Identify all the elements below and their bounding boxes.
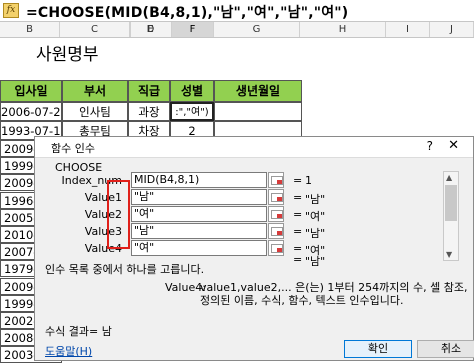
dialog-title: 함수 인수: [51, 142, 95, 155]
argument-description: value1,value2,... 은(는) 1부터 254까지의 수, 셀 참…: [200, 281, 468, 307]
arg-result: "남": [305, 193, 326, 206]
header-cell-date[interactable]: 입사일: [0, 80, 62, 102]
arg-equals: =: [293, 191, 303, 204]
formula-result-label: 수식 결과=: [45, 325, 99, 338]
arg-result: 1: [305, 174, 312, 187]
column-header-j[interactable]: J: [430, 22, 474, 37]
arg-input-value2[interactable]: "여": [131, 206, 267, 222]
cell-birth[interactable]: [214, 102, 302, 121]
collapse-range-icon[interactable]: [268, 223, 284, 239]
ok-button[interactable]: 확인: [344, 340, 412, 358]
column-header-g[interactable]: G: [214, 22, 300, 37]
cell-dept[interactable]: 인사팀: [62, 102, 128, 121]
column-headers: B C D E F G H I J: [0, 22, 474, 38]
close-icon[interactable]: ✕: [448, 138, 459, 153]
arguments-scrollbar[interactable]: ▲ ▼: [443, 171, 459, 261]
arg-row-value2: Value2 "여" = "여": [35, 206, 455, 224]
function-arguments-dialog: 함수 인수 ? ✕ CHOOSE Index_num MID(B4,8,1) =…: [34, 136, 474, 361]
header-cell-rank[interactable]: 직급: [128, 80, 170, 102]
collapse-range-icon[interactable]: [268, 206, 284, 222]
arg-result: "남": [305, 227, 326, 240]
formula-input[interactable]: =CHOOSE(MID(B4,8,1),"남","여","남","여"): [26, 2, 348, 22]
cancel-button[interactable]: 취소: [417, 340, 474, 358]
column-header-b[interactable]: B: [0, 22, 60, 37]
collapse-range-icon[interactable]: [268, 189, 284, 205]
arg-row-value3: Value3 "남" = "남": [35, 223, 455, 241]
function-description: 인수 목록 중에서 하나를 고릅니다.: [45, 263, 205, 276]
column-header-e[interactable]: E: [130, 22, 172, 37]
cell-gender-active[interactable]: :","여"): [170, 102, 214, 121]
sheet-title[interactable]: 사원명부: [36, 40, 99, 65]
dialog-titlebar[interactable]: 함수 인수 ? ✕: [35, 137, 473, 158]
header-cell-dept[interactable]: 부서: [62, 80, 128, 102]
arg-input-index-num[interactable]: MID(B4,8,1): [131, 172, 267, 188]
highlight-box: [107, 180, 130, 249]
final-equals: =: [293, 253, 303, 266]
insert-function-icon[interactable]: fx: [3, 3, 19, 18]
column-header-c[interactable]: C: [60, 22, 130, 37]
column-header-h[interactable]: H: [300, 22, 386, 37]
scroll-up-icon[interactable]: ▲: [446, 173, 452, 182]
arg-input-value1[interactable]: "남": [131, 189, 267, 205]
formula-result: 수식 결과= 남: [45, 323, 112, 339]
formula-result-value: 남: [101, 325, 112, 338]
arg-equals: =: [293, 208, 303, 221]
header-cell-gender[interactable]: 성별: [170, 80, 214, 102]
help-icon[interactable]: ?: [427, 139, 433, 153]
help-link[interactable]: 도움말(H): [45, 343, 92, 359]
arg-row-value4: Value4 "여" = "여": [35, 240, 455, 258]
final-result: "남": [305, 255, 326, 268]
arg-equals: =: [293, 225, 303, 238]
column-header-i[interactable]: I: [386, 22, 430, 37]
scroll-thumb[interactable]: [445, 185, 457, 221]
cell-date[interactable]: 2006-07-23: [0, 102, 62, 121]
arg-input-value4[interactable]: "여": [131, 240, 267, 256]
collapse-range-icon[interactable]: [268, 172, 284, 188]
arg-equals: =: [293, 174, 303, 187]
cell-rank[interactable]: 과장: [128, 102, 170, 121]
arg-row-index-num: Index_num MID(B4,8,1) = 1: [35, 172, 455, 190]
column-header-f[interactable]: F: [172, 22, 214, 37]
collapse-range-icon[interactable]: [268, 240, 284, 256]
arg-row-value1: Value1 "남" = "남": [35, 189, 455, 207]
arg-input-value3[interactable]: "남": [131, 223, 267, 239]
arg-result: "여": [305, 210, 326, 223]
formula-bar: fx =CHOOSE(MID(B4,8,1),"남","여","남","여"): [0, 0, 474, 22]
header-cell-birth[interactable]: 생년월일: [214, 80, 302, 102]
scroll-down-icon[interactable]: ▼: [446, 250, 452, 259]
